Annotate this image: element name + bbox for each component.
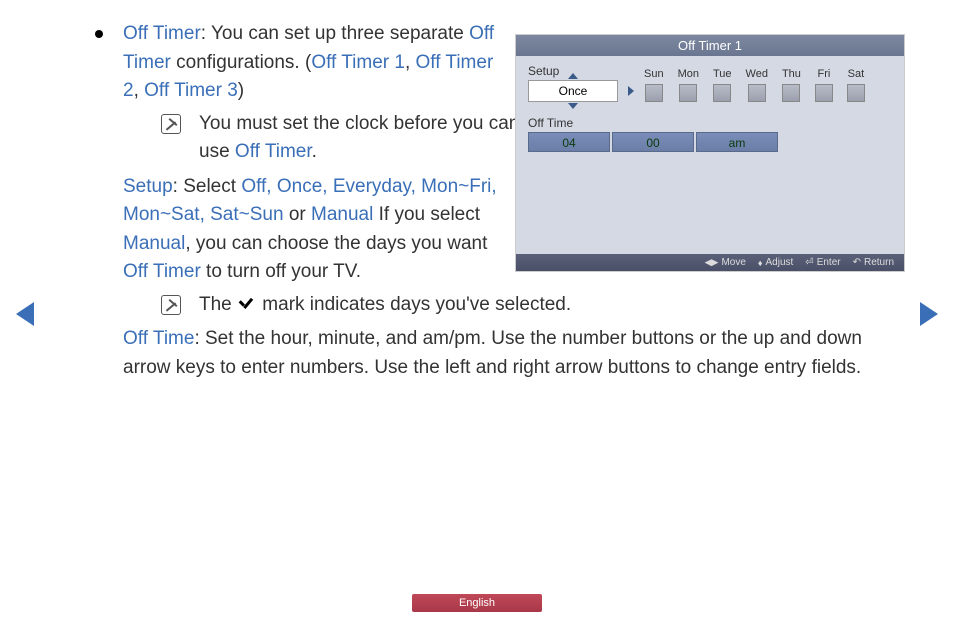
day-label: Sun [644,68,664,80]
arrow-right-icon [628,86,634,96]
day-checkbox-sat[interactable] [847,84,865,102]
day-checkbox-wed[interactable] [748,84,766,102]
language-indicator: English [412,594,542,612]
day-label: Sat [848,68,865,80]
nav-prev-arrow[interactable] [16,302,34,326]
day-label: Thu [782,68,801,80]
return-icon: ↶ [853,257,861,268]
osd-days: Sun Mon Tue Wed Thu Fri Sat [644,68,865,102]
day-checkbox-sun[interactable] [645,84,663,102]
note-2: The mark indicates days you've selected. [161,291,954,320]
offtime-paragraph: Off Time: Set the hour, minute, and am/p… [123,325,913,382]
setup-paragraph: Setup: Select Off, Once, Everyday, Mon~F… [123,173,503,287]
osd-title: Off Timer 1 [516,35,904,56]
note-icon [161,295,181,315]
osd-hour-field[interactable]: 04 [528,132,610,152]
day-checkbox-fri[interactable] [815,84,833,102]
osd-setup-select[interactable]: Once [528,80,618,102]
adjust-icon: ♦ [758,258,763,268]
osd-minute-field[interactable]: 00 [612,132,694,152]
osd-footer: ◀▶Move ♦Adjust ⏎Enter ↶Return [516,254,904,271]
day-checkbox-tue[interactable] [713,84,731,102]
osd-offtime-label: Off Time [528,116,892,130]
off-timer-term: Off Timer [123,23,201,44]
osd-panel: Off Timer 1 Setup Once Sun Mon Tue Wed T… [515,34,905,272]
day-checkbox-mon[interactable] [679,84,697,102]
day-label: Mon [678,68,699,80]
move-icon: ◀▶ [705,257,719,268]
osd-ampm-field[interactable]: am [696,132,778,152]
day-label: Tue [713,68,732,80]
bullet-icon [95,30,103,38]
day-checkbox-thu[interactable] [782,84,800,102]
off-timer-intro: Off Timer: You can set up three separate… [123,20,503,106]
check-icon [239,298,255,310]
arrow-down-icon [568,103,578,109]
arrow-up-icon [568,73,578,79]
enter-icon: ⏎ [805,257,813,268]
note-icon [161,114,181,134]
day-label: Wed [746,68,768,80]
day-label: Fri [818,68,831,80]
